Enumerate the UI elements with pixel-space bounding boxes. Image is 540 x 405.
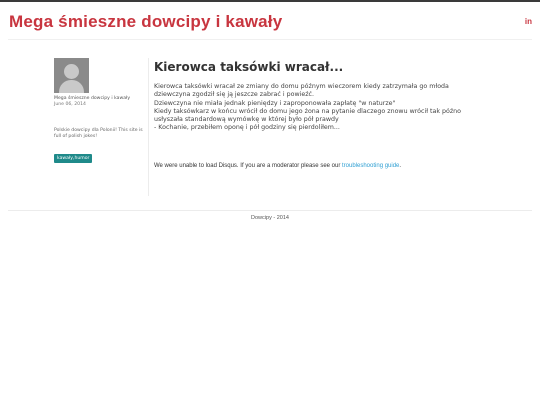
site-title[interactable]: Mega śmieszne dowcipy i kawały	[9, 12, 282, 32]
footer-text: Dowcipy - 2014	[251, 215, 289, 221]
troubleshooting-link[interactable]: troubleshooting guide	[342, 163, 399, 169]
site-description: Polskie dowcipy dla Polonii! This site i…	[54, 128, 143, 140]
disqus-notice: We were unable to load Disqus. If you ar…	[154, 163, 401, 169]
avatar-head	[64, 64, 79, 79]
disqus-message: We were unable to load Disqus. If you ar…	[154, 163, 342, 169]
header-divider	[8, 39, 532, 40]
tag-badge[interactable]: kawały,humor	[54, 154, 93, 164]
author-sidebar: Mega śmieszne dowcipy i kawały June 06, …	[54, 58, 148, 164]
post-line: Dziewczyna nie miała jednak pieniędzy i …	[154, 99, 396, 107]
linkedin-icon[interactable]: in	[525, 17, 532, 26]
avatar	[54, 58, 89, 93]
post-body: Kierowca taksówki wracał ze zmiany do do…	[154, 83, 484, 133]
footer-divider	[8, 210, 532, 211]
disqus-end: .	[399, 163, 402, 169]
post-date: June 06, 2014	[54, 102, 86, 107]
avatar-body	[59, 80, 84, 93]
post-line: - Kochanie, przebiłem oponę i pół godzin…	[154, 124, 340, 132]
post-title: Kierowca taksówki wracał...	[154, 60, 344, 74]
top-bar	[0, 0, 540, 2]
post-line: Kiedy taksówkarz w końcu wrócił do domu …	[154, 107, 462, 115]
post-line: dziewczyna zgodził się ją jeszcze zabrać…	[154, 91, 315, 99]
column-divider	[148, 58, 149, 196]
post: Kierowca taksówki wracał... Kierowca tak…	[154, 58, 484, 133]
